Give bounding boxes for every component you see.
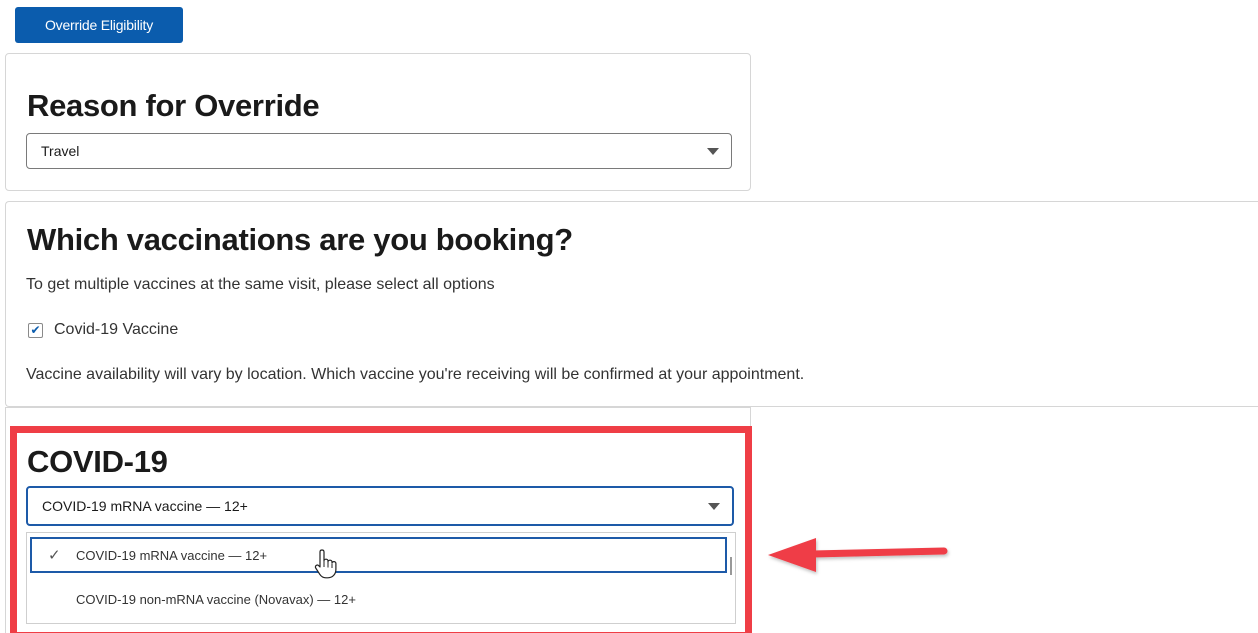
covid-vaccine-checkbox-label[interactable]: Covid-19 Vaccine: [54, 321, 178, 339]
vaccinations-title: Which vaccinations are you booking?: [27, 222, 573, 257]
reason-select[interactable]: Travel: [26, 133, 732, 169]
covid-vaccine-checkbox-row[interactable]: ✔ Covid-19 Vaccine: [28, 321, 178, 339]
red-highlight-box: [10, 426, 752, 633]
reason-select-value: Travel: [41, 143, 80, 159]
override-eligibility-button[interactable]: Override Eligibility: [15, 7, 183, 43]
page: Override Eligibility Reason for Override…: [0, 0, 1258, 633]
vaccinations-card: Which vaccinations are you booking? To g…: [5, 201, 1258, 407]
covid-vaccine-checkbox[interactable]: ✔: [28, 322, 43, 338]
vaccine-availability-note: Vaccine availability will vary by locati…: [26, 366, 805, 383]
checkmark-icon: ✔: [30, 323, 41, 337]
reason-for-override-card: Reason for Override Travel: [5, 53, 751, 191]
chevron-down-icon: [707, 148, 719, 155]
vaccinations-help-text: To get multiple vaccines at the same vis…: [26, 276, 495, 293]
reason-title: Reason for Override: [27, 88, 320, 123]
left-arrow-icon: [768, 538, 948, 572]
